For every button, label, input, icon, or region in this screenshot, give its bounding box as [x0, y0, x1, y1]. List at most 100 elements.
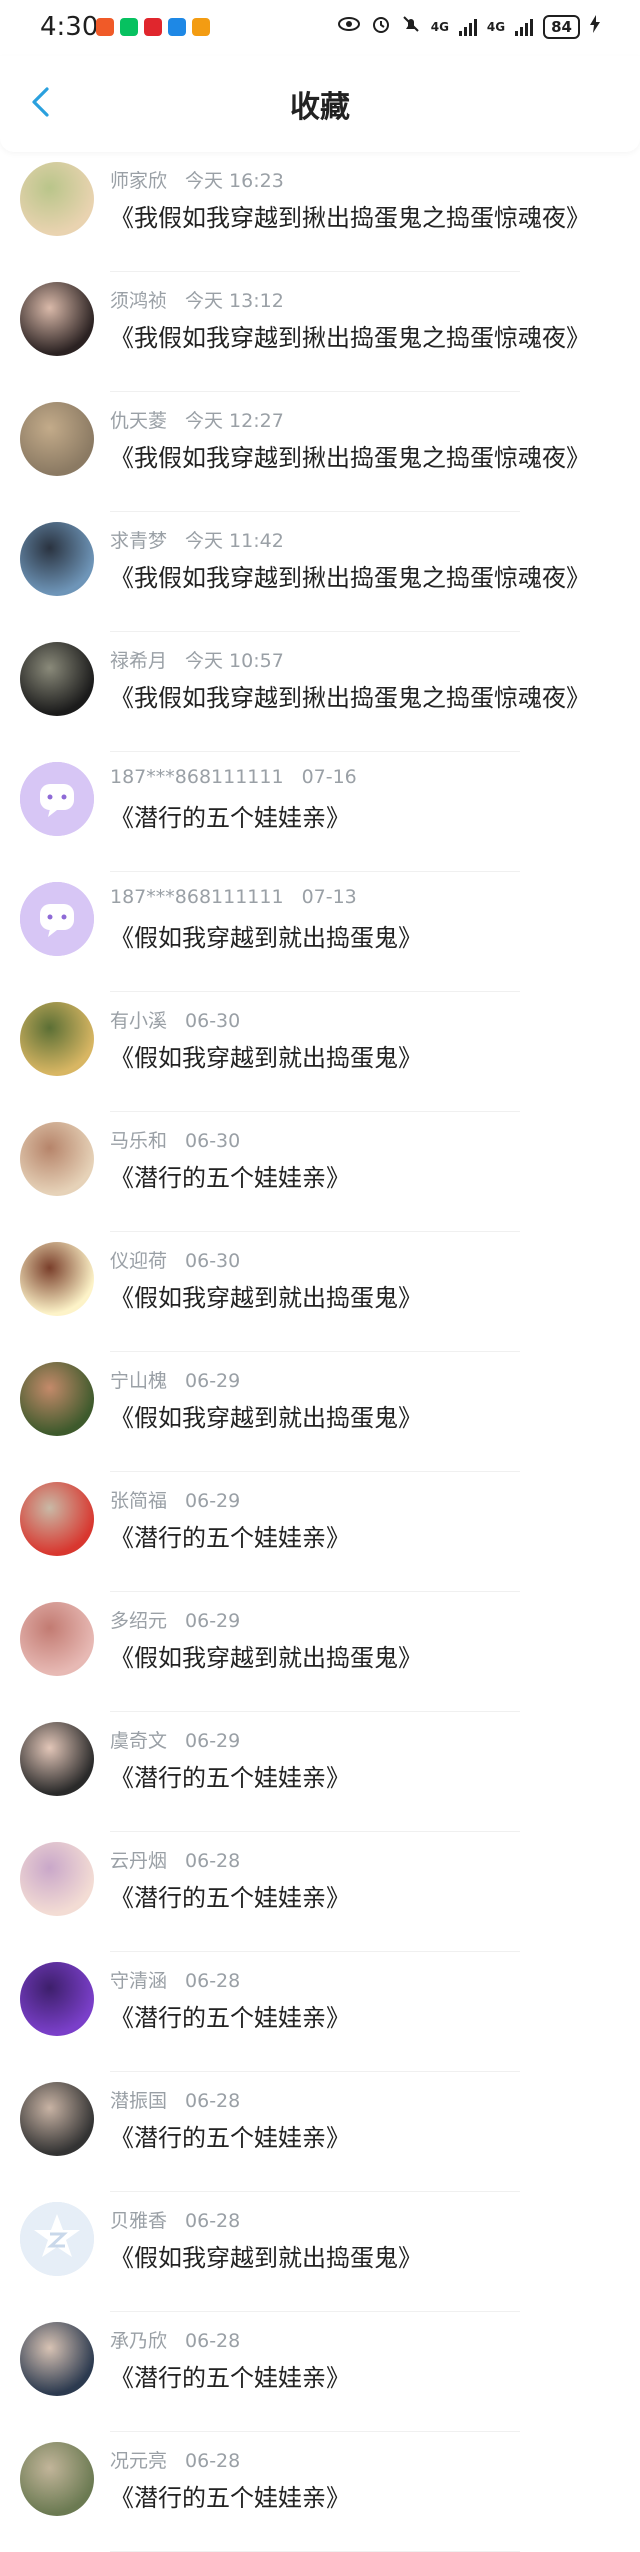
item-meta: 守清涵 06-28: [110, 1966, 240, 1993]
list-item[interactable]: 承乃欣 06-28 《潜行的五个娃娃亲》: [0, 2312, 640, 2432]
item-title: 《我假如我穿越到揪出捣蛋鬼之捣蛋惊魂夜》: [110, 324, 590, 352]
item-time: 今天 11:42: [185, 530, 284, 552]
item-meta: 况元亮 06-28: [110, 2446, 240, 2473]
app-icon-red: [144, 18, 162, 36]
avatar[interactable]: [20, 1482, 94, 1556]
avatar[interactable]: [20, 2082, 94, 2156]
avatar[interactable]: [20, 642, 94, 716]
item-meta: 187***868111111 07-13: [110, 886, 357, 908]
item-title: 《潜行的五个娃娃亲》: [110, 2364, 350, 2392]
item-user-name: 况元亮: [110, 2450, 168, 2472]
item-time: 06-28: [185, 2330, 241, 2352]
item-user-name: 多绍元: [110, 1610, 168, 1632]
list-item[interactable]: 马乐和 06-30 《潜行的五个娃娃亲》: [0, 1112, 640, 1232]
item-time: 今天 13:12: [185, 290, 284, 312]
list-item[interactable]: 须鸿祯 今天 13:12 《我假如我穿越到揪出捣蛋鬼之捣蛋惊魂夜》: [0, 272, 640, 392]
avatar[interactable]: [20, 1962, 94, 2036]
avatar[interactable]: [20, 522, 94, 596]
list-item[interactable]: 虞奇文 06-29 《潜行的五个娃娃亲》: [0, 1712, 640, 1832]
item-user-name: 马乐和: [110, 1130, 168, 1152]
item-time: 06-29: [185, 1370, 241, 1392]
item-title: 《我假如我穿越到揪出捣蛋鬼之捣蛋惊魂夜》: [110, 444, 590, 472]
item-time: 06-30: [185, 1250, 241, 1272]
list-item[interactable]: 守清涵 06-28 《潜行的五个娃娃亲》: [0, 1952, 640, 2072]
item-user-name: 宁山槐: [110, 1370, 168, 1392]
avatar[interactable]: [20, 1122, 94, 1196]
item-meta: 187***868111111 07-16: [110, 766, 357, 788]
item-time: 06-28: [185, 1970, 241, 1992]
list-item[interactable]: 仇天菱 今天 12:27 《我假如我穿越到揪出捣蛋鬼之捣蛋惊魂夜》: [0, 392, 640, 512]
item-title: 《潜行的五个娃娃亲》: [110, 1884, 350, 1912]
item-meta: 潜振国 06-28: [110, 2086, 240, 2113]
avatar[interactable]: [20, 282, 94, 356]
item-title: 《潜行的五个娃娃亲》: [110, 2484, 350, 2512]
item-meta: 仇天菱 今天 12:27: [110, 406, 284, 433]
list-item[interactable]: 禄希月 今天 10:57 《我假如我穿越到揪出捣蛋鬼之捣蛋惊魂夜》: [0, 632, 640, 752]
network-label-2: 4G: [486, 19, 506, 34]
item-time: 06-28: [185, 2090, 241, 2112]
list-item[interactable]: 云丹烟 06-28 《潜行的五个娃娃亲》: [0, 1832, 640, 1952]
list-item[interactable]: 况元亮 06-28 《潜行的五个娃娃亲》: [0, 2432, 640, 2552]
list-item[interactable]: 求青梦 今天 11:42 《我假如我穿越到揪出捣蛋鬼之捣蛋惊魂夜》: [0, 512, 640, 632]
list-item[interactable]: 仪迎荷 06-30 《假如我穿越到就出捣蛋鬼》: [0, 1232, 640, 1352]
app-icon-orange: [96, 18, 114, 36]
avatar[interactable]: [20, 1242, 94, 1316]
item-title: 《潜行的五个娃娃亲》: [110, 804, 350, 832]
item-user-name: 贝雅香: [110, 2210, 168, 2232]
avatar[interactable]: [20, 1002, 94, 1076]
item-title: 《假如我穿越到就出捣蛋鬼》: [110, 1284, 422, 1312]
item-time: 06-30: [185, 1130, 241, 1152]
item-meta: 云丹烟 06-28: [110, 1846, 240, 1873]
avatar[interactable]: [20, 2442, 94, 2516]
signal-icon-2: [515, 18, 534, 36]
item-meta: 求青梦 今天 11:42: [110, 526, 284, 553]
list-item[interactable]: 187***868111111 07-13 《假如我穿越到就出捣蛋鬼》: [0, 872, 640, 992]
avatar[interactable]: [20, 882, 94, 956]
item-meta: 马乐和 06-30: [110, 1126, 240, 1153]
list-item[interactable]: 师家欣 今天 16:23 《我假如我穿越到揪出捣蛋鬼之捣蛋惊魂夜》: [0, 152, 640, 272]
status-time: 4:30: [40, 12, 99, 42]
item-time: 07-16: [301, 766, 357, 788]
avatar[interactable]: [20, 762, 94, 836]
avatar[interactable]: [20, 402, 94, 476]
item-title: 《我假如我穿越到揪出捣蛋鬼之捣蛋惊魂夜》: [110, 684, 590, 712]
signal-icon: [458, 18, 477, 36]
wechat-icon: [120, 18, 138, 36]
item-title: 《潜行的五个娃娃亲》: [110, 2004, 350, 2032]
avatar[interactable]: [20, 1362, 94, 1436]
avatar[interactable]: [20, 2202, 94, 2276]
item-user-name: 须鸿祯: [110, 290, 168, 312]
alarm-icon: [371, 14, 391, 39]
item-title: 《潜行的五个娃娃亲》: [110, 2124, 350, 2152]
list-item[interactable]: 有小溪 06-30 《假如我穿越到就出捣蛋鬼》: [0, 992, 640, 1112]
header: 收藏: [0, 56, 640, 152]
status-bar: 4:30 4G 4G 84: [0, 0, 640, 56]
list-item[interactable]: 张简福 06-29 《潜行的五个娃娃亲》: [0, 1472, 640, 1592]
status-indicators: 4G 4G 84: [337, 14, 600, 39]
avatar[interactable]: [20, 1842, 94, 1916]
list-item[interactable]: 宁山槐 06-29 《假如我穿越到就出捣蛋鬼》: [0, 1352, 640, 1472]
item-time: 06-28: [185, 2210, 241, 2232]
list-item[interactable]: 187***868111111 07-16 《潜行的五个娃娃亲》: [0, 752, 640, 872]
avatar[interactable]: [20, 162, 94, 236]
item-title: 《假如我穿越到就出捣蛋鬼》: [110, 924, 422, 952]
list-item[interactable]: 潜振国 06-28 《潜行的五个娃娃亲》: [0, 2072, 640, 2192]
item-title: 《潜行的五个娃娃亲》: [110, 1164, 350, 1192]
item-title: 《假如我穿越到就出捣蛋鬼》: [110, 2244, 422, 2272]
list-item[interactable]: 贝雅香 06-28 《假如我穿越到就出捣蛋鬼》: [0, 2192, 640, 2312]
item-title: 《我假如我穿越到揪出捣蛋鬼之捣蛋惊魂夜》: [110, 204, 590, 232]
item-time: 06-29: [185, 1730, 241, 1752]
avatar[interactable]: [20, 1602, 94, 1676]
list-item[interactable]: 多绍元 06-29 《假如我穿越到就出捣蛋鬼》: [0, 1592, 640, 1712]
item-user-name: 守清涵: [110, 1970, 168, 1992]
item-user-name: 云丹烟: [110, 1850, 168, 1872]
avatar[interactable]: [20, 2322, 94, 2396]
item-meta: 虞奇文 06-29: [110, 1726, 240, 1753]
item-user-name: 仪迎荷: [110, 1250, 168, 1272]
avatar[interactable]: [20, 1722, 94, 1796]
item-meta: 承乃欣 06-28: [110, 2326, 240, 2353]
item-user-name: 187***868111111: [110, 766, 284, 788]
item-user-name: 仇天菱: [110, 410, 168, 432]
item-time: 今天 16:23: [185, 170, 284, 192]
item-time: 06-28: [185, 2450, 241, 2472]
